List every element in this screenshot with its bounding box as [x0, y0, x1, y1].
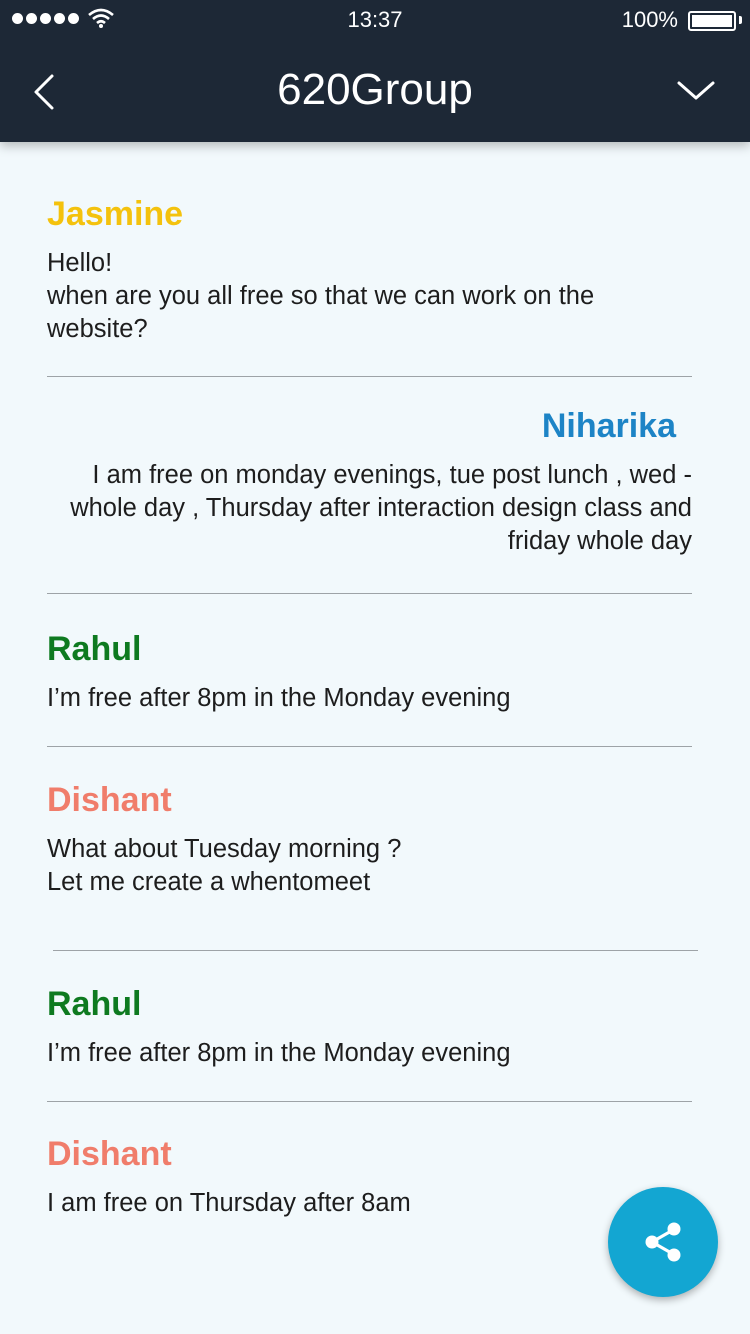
message-divider: [47, 746, 692, 747]
message-item: Dishant What about Tuesday morning ? Let…: [47, 780, 692, 899]
message-item: Dishant I am free on Thursday after 8am: [47, 1134, 692, 1220]
message-divider: [47, 376, 692, 377]
chevron-down-icon[interactable]: [676, 76, 716, 104]
message-text: I’m free after 8pm in the Monday evening: [47, 1039, 511, 1067]
message-divider: [47, 1101, 692, 1102]
chat-title: 620Group: [277, 65, 473, 114]
status-bar: 13:37 100%: [0, 0, 750, 40]
share-icon: [645, 1222, 681, 1262]
message-text: What about Tuesday morning ? Let me crea…: [47, 835, 402, 896]
message-text: I’m free after 8pm in the Monday evening: [47, 684, 511, 712]
nav-bar: 620Group: [0, 40, 750, 142]
message-item: Niharika I am free on monday evenings, t…: [47, 406, 692, 558]
battery-percent: 100%: [621, 7, 678, 32]
sender-name: Rahul: [47, 985, 142, 1023]
app-header: 13:37 100% 620Group: [0, 0, 750, 142]
message-divider: [53, 950, 698, 951]
sender-name: Dishant: [47, 781, 172, 819]
message-text: Hello! when are you all free so that we …: [47, 249, 595, 343]
message-item: Rahul I’m free after 8pm in the Monday e…: [47, 629, 692, 715]
battery-icon: [688, 11, 736, 31]
sender-name: Dishant: [47, 1135, 172, 1173]
message-item: Jasmine Hello! when are you all free so …: [47, 194, 692, 346]
sender-name: Rahul: [47, 630, 142, 668]
sender-name: Jasmine: [47, 195, 184, 233]
sender-name: Niharika: [541, 407, 676, 445]
battery-tip: [739, 16, 742, 24]
share-button[interactable]: [608, 1187, 718, 1297]
message-text: I am free on Thursday after 8am: [47, 1189, 411, 1217]
message-divider: [47, 593, 692, 594]
message-item: Rahul I’m free after 8pm in the Monday e…: [47, 984, 692, 1070]
message-text: I am free on monday evenings, tue post l…: [70, 461, 692, 555]
